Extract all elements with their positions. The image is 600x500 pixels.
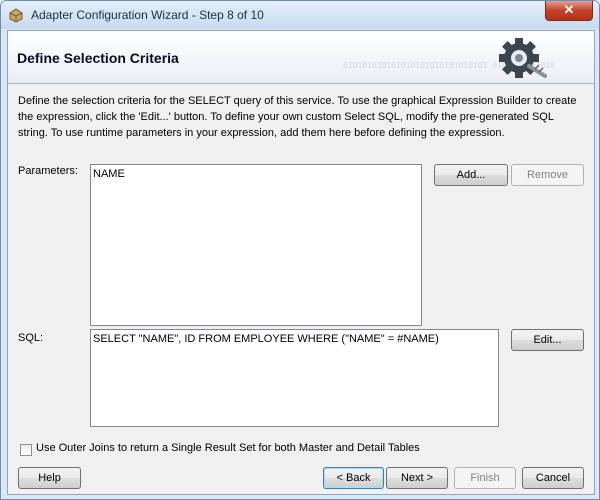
add-parameter-button[interactable]: Add... — [434, 164, 508, 186]
help-button[interactable]: Help — [18, 467, 81, 489]
parameters-label: Parameters: — [18, 165, 78, 177]
title-bar[interactable]: Adapter Configuration Wizard - Step 8 of… — [1, 1, 599, 29]
page-title: Define Selection Criteria — [17, 50, 179, 66]
close-button[interactable]: ✕ — [545, 1, 593, 21]
parameters-list[interactable]: NAME — [90, 164, 422, 326]
wizard-header: Define Selection Criteria 01010101010101… — [8, 31, 594, 84]
wizard-window: Adapter Configuration Wizard - Step 8 of… — [0, 0, 600, 500]
sql-label: SQL: — [18, 332, 44, 344]
gear-icon — [499, 38, 547, 78]
close-icon: ✕ — [563, 2, 575, 17]
outer-joins-label[interactable]: Use Outer Joins to return a Single Resul… — [36, 442, 420, 454]
edit-sql-button[interactable]: Edit... — [511, 329, 584, 351]
remove-parameter-button[interactable]: Remove — [511, 164, 584, 186]
cancel-button[interactable]: Cancel — [522, 467, 584, 489]
back-button[interactable]: < Back — [323, 467, 384, 489]
outer-joins-checkbox[interactable] — [20, 444, 32, 456]
sql-editor[interactable]: SELECT "NAME", ID FROM EMPLOYEE WHERE ("… — [90, 329, 499, 427]
app-icon — [9, 8, 23, 23]
finish-button[interactable]: Finish — [454, 467, 516, 489]
wizard-client-area: Define Selection Criteria 01010101010101… — [7, 30, 595, 495]
next-button[interactable]: Next > — [386, 467, 448, 489]
instructions-text: Define the selection criteria for the SE… — [18, 95, 577, 139]
window-title: Adapter Configuration Wizard - Step 8 of… — [31, 8, 264, 22]
list-item[interactable]: NAME — [93, 168, 419, 180]
